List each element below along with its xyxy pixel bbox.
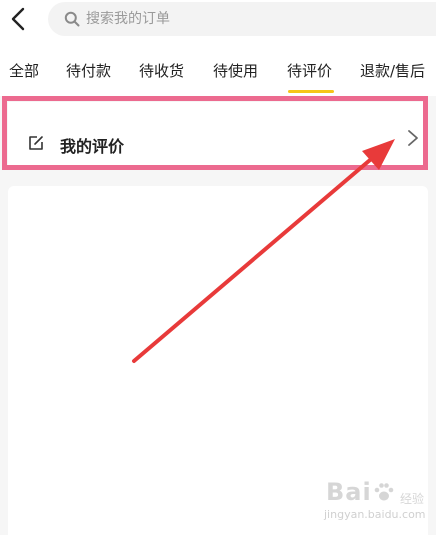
search-icon <box>64 11 80 27</box>
back-arrow-icon[interactable] <box>6 5 34 33</box>
search-box[interactable] <box>48 2 436 36</box>
tab-pending-review[interactable]: 待评价 <box>287 60 332 81</box>
my-reviews-label: 我的评价 <box>60 137 125 156</box>
tab-pending-receipt[interactable]: 待收货 <box>139 60 184 81</box>
tab-pending-payment[interactable]: 待付款 <box>66 60 111 81</box>
header-bar <box>0 0 436 44</box>
tab-all[interactable]: 全部 <box>9 60 39 81</box>
empty-content-card <box>8 186 428 535</box>
active-tab-indicator <box>288 90 334 93</box>
tab-refund-aftersale[interactable]: 退款/售后 <box>360 60 425 81</box>
chevron-right-icon[interactable] <box>406 128 420 148</box>
tab-pending-use[interactable]: 待使用 <box>213 60 258 81</box>
edit-icon <box>29 136 43 150</box>
order-tabs: 全部 待付款 待收货 待使用 待评价 退款/售后 <box>0 44 436 96</box>
my-reviews-entry[interactable]: 我的评价 <box>8 102 428 170</box>
search-input[interactable] <box>86 2 416 36</box>
